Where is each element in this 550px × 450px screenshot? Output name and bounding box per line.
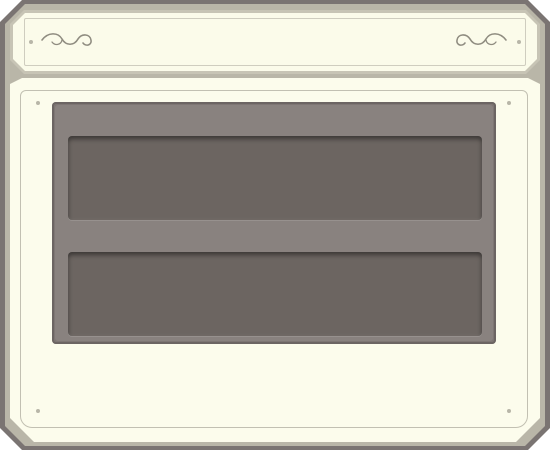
scroll-flourish-icon	[456, 33, 507, 46]
slot-1[interactable]	[68, 136, 482, 220]
dialog-header-border	[24, 18, 526, 66]
body-dot-bottom-right	[507, 409, 511, 413]
scroll-flourish-icon	[41, 33, 92, 46]
header-dot-left	[29, 40, 33, 44]
body-dot-top-right	[507, 101, 511, 105]
slot-2[interactable]	[68, 252, 482, 336]
header-dot-right	[517, 40, 521, 44]
body-dot-top-left	[36, 101, 40, 105]
body-dot-bottom-left	[36, 409, 40, 413]
